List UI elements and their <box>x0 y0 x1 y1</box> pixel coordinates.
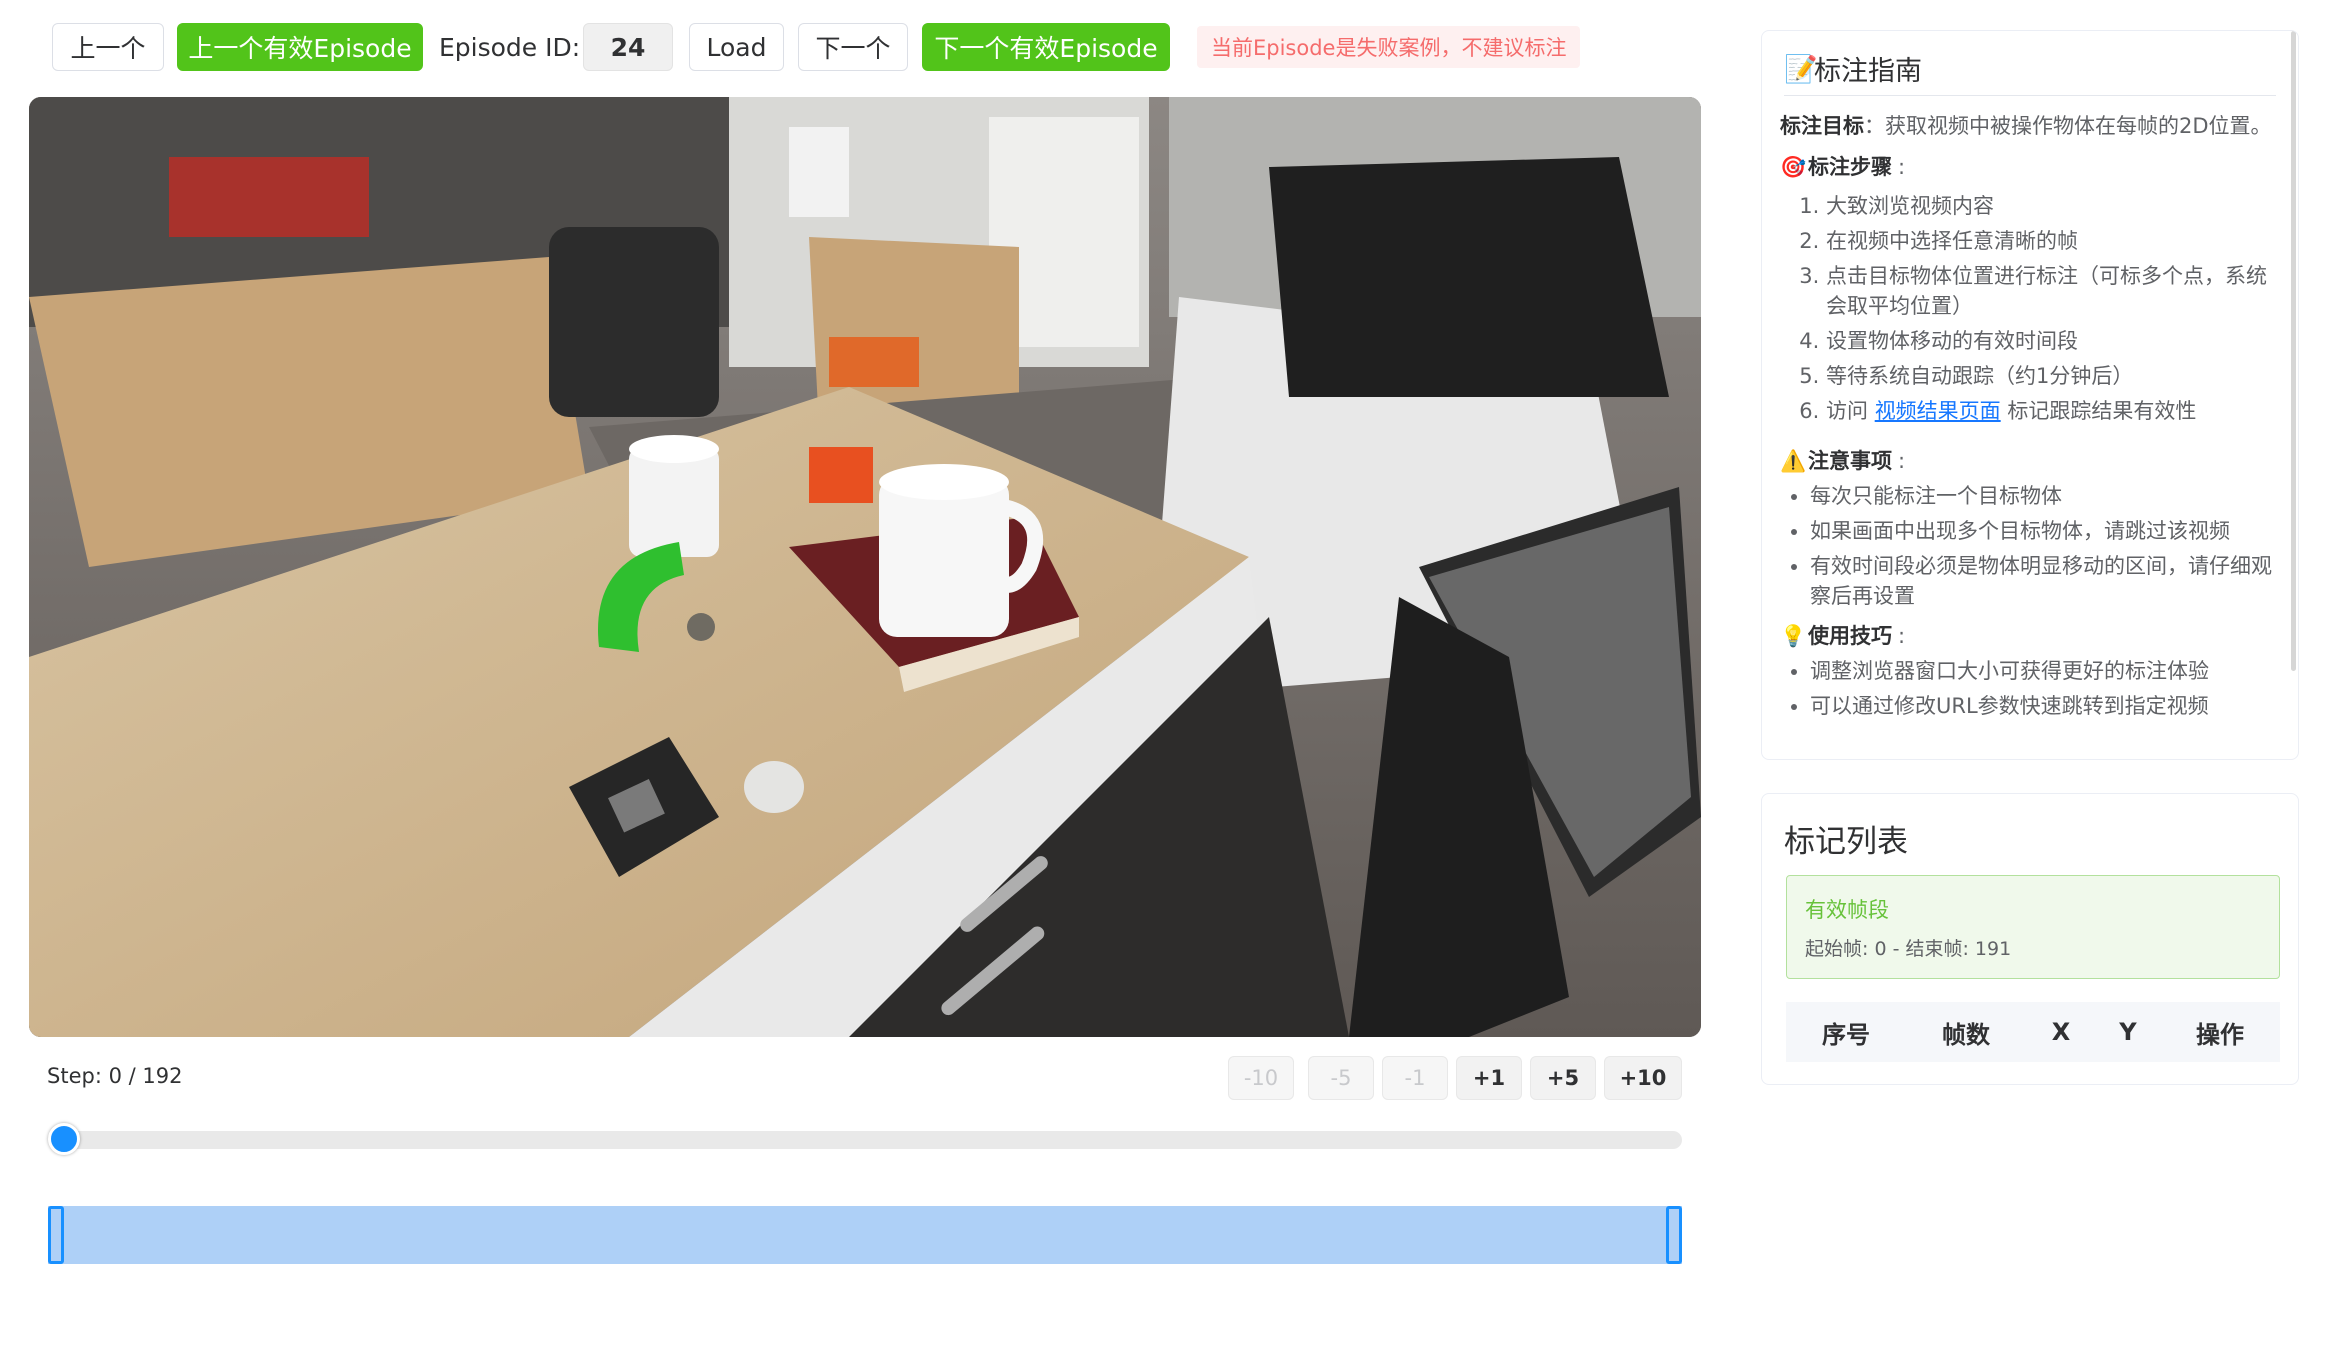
tip-item: 可以通过修改URL参数快速跳转到指定视频 <box>1810 691 2280 721</box>
step-plus-10-button[interactable]: +10 <box>1604 1056 1682 1100</box>
guide-content: 标注目标：获取视频中被操作物体在每帧的2D位置。 🎯 标注步骤: 大致浏览视频内… <box>1780 111 2280 726</box>
notes-heading: ⚠️ 注意事项: <box>1780 446 2280 477</box>
step6-prefix: 访问 <box>1826 399 1868 423</box>
column-frame: 帧数 <box>1942 1020 1990 1049</box>
marks-title: 标记列表 <box>1784 824 1908 860</box>
range-end-handle[interactable] <box>1666 1206 1682 1264</box>
steps-label: 标注步骤 <box>1808 155 1892 179</box>
step-item: 等待系统自动跟踪（约1分钟后） <box>1826 361 2280 391</box>
lightbulb-icon: 💡 <box>1780 624 1807 648</box>
guide-title: 标注指南 <box>1814 56 1922 87</box>
guide-scrollbar[interactable] <box>2291 31 2296 671</box>
column-index: 序号 <box>1822 1020 1870 1049</box>
marks-list-panel: 标记列表 有效帧段 起始帧: 0 - 结束帧: 191 序号 帧数 X Y 操作 <box>1761 793 2299 1085</box>
frame-slider-track[interactable] <box>62 1131 1682 1149</box>
warning-icon: ⚠️ <box>1780 449 1807 473</box>
valid-range-bar[interactable] <box>48 1206 1682 1264</box>
step-minus-1-button[interactable]: -1 <box>1382 1056 1448 1100</box>
note-item: 如果画面中出现多个目标物体，请跳过该视频 <box>1810 516 2280 546</box>
annotation-guide-panel: 📝 标注指南 标注目标：获取视频中被操作物体在每帧的2D位置。 🎯 标注步骤: … <box>1761 30 2299 760</box>
step-item: 点击目标物体位置进行标注（可标多个点，系统会取平均位置） <box>1826 261 2280 321</box>
step-item: 大致浏览视频内容 <box>1826 191 2280 221</box>
tips-list: 调整浏览器窗口大小可获得更好的标注体验 可以通过修改URL参数快速跳转到指定视频 <box>1780 656 2280 721</box>
target-icon: 🎯 <box>1780 155 1807 179</box>
valid-segment-card: 有效帧段 起始帧: 0 - 结束帧: 191 <box>1786 875 2280 979</box>
step-item: 在视频中选择任意清晰的帧 <box>1826 226 2280 256</box>
step-plus-5-button[interactable]: +5 <box>1530 1056 1596 1100</box>
step-item: 设置物体移动的有效时间段 <box>1826 326 2280 356</box>
goal-text: ：获取视频中被操作物体在每帧的2D位置。 <box>1864 114 2272 138</box>
valid-segment-title: 有效帧段 <box>1805 898 1889 922</box>
column-x: X <box>2051 1018 2071 1046</box>
step-indicator: Step: 0 / 192 <box>47 1064 183 1088</box>
tip-item: 调整浏览器窗口大小可获得更好的标注体验 <box>1810 656 2280 686</box>
step-minus-10-button[interactable]: -10 <box>1228 1056 1294 1100</box>
load-button[interactable]: Load <box>689 23 784 71</box>
steps-list: 大致浏览视频内容 在视频中选择任意清晰的帧 点击目标物体位置进行标注（可标多个点… <box>1780 191 2280 426</box>
prev-valid-episode-button[interactable]: 上一个有效Episode <box>177 23 423 71</box>
steps-heading: 🎯 标注步骤: <box>1780 152 2280 183</box>
frame-slider-handle[interactable] <box>48 1123 80 1155</box>
notes-label: 注意事项 <box>1808 449 1892 473</box>
step6-suffix: 标记跟踪结果有效性 <box>2007 399 2197 423</box>
tips-label: 使用技巧 <box>1808 624 1892 648</box>
next-valid-episode-button[interactable]: 下一个有效Episode <box>922 23 1170 71</box>
episode-id-label: Episode ID: <box>439 33 581 62</box>
goal-label: 标注目标 <box>1780 114 1864 138</box>
marks-table-header: 序号 帧数 X Y 操作 <box>1786 1002 2280 1062</box>
column-action: 操作 <box>2196 1020 2244 1049</box>
tips-heading: 💡 使用技巧: <box>1780 621 2280 652</box>
guide-divider <box>1784 95 2276 96</box>
failure-warning: 当前Episode是失败案例，不建议标注 <box>1197 26 1581 68</box>
video-results-link[interactable]: 视频结果页面 <box>1875 399 2001 423</box>
range-start-handle[interactable] <box>48 1206 64 1264</box>
video-frame[interactable] <box>29 97 1701 1037</box>
prev-episode-button[interactable]: 上一个 <box>52 23 164 71</box>
column-y: Y <box>2119 1018 2137 1046</box>
step-minus-5-button[interactable]: -5 <box>1308 1056 1374 1100</box>
episode-id-input[interactable]: 24 <box>583 23 673 71</box>
guide-goal: 标注目标：获取视频中被操作物体在每帧的2D位置。 <box>1780 111 2280 142</box>
next-episode-button[interactable]: 下一个 <box>798 23 908 71</box>
note-item: 每次只能标注一个目标物体 <box>1810 481 2280 511</box>
step-plus-1-button[interactable]: +1 <box>1456 1056 1522 1100</box>
valid-segment-range: 起始帧: 0 - 结束帧: 191 <box>1805 938 2012 960</box>
video-scene <box>29 97 1701 1037</box>
step-item: 访问 视频结果页面 标记跟踪结果有效性 <box>1826 396 2280 426</box>
memo-icon: 📝 <box>1784 53 1818 85</box>
note-item: 有效时间段必须是物体明显移动的区间，请仔细观察后再设置 <box>1810 551 2280 611</box>
guide-header: 📝 标注指南 <box>1784 49 1922 88</box>
notes-list: 每次只能标注一个目标物体 如果画面中出现多个目标物体，请跳过该视频 有效时间段必… <box>1780 481 2280 611</box>
